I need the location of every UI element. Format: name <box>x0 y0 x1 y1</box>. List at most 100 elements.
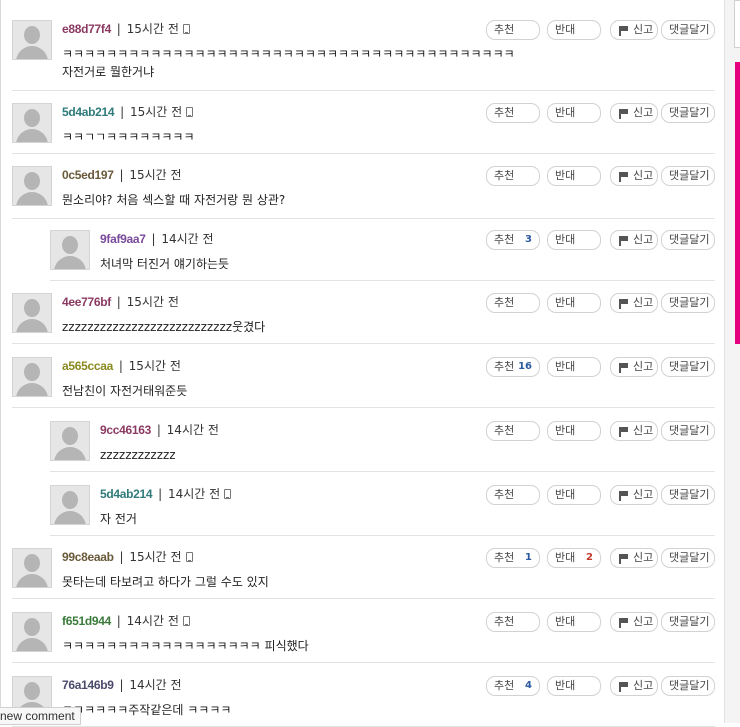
flag-icon <box>619 682 628 692</box>
reply-label: 댓글달기 <box>669 424 710 437</box>
comment-author[interactable]: 4ee776bf <box>62 295 111 309</box>
comment-time: 15시간 전 <box>128 359 181 373</box>
upvote-label: 추천 <box>494 424 515 437</box>
upvote-label: 추천 <box>494 360 515 373</box>
comment-author[interactable]: 99c8eaab <box>62 550 114 564</box>
upvote-label: 추천 <box>494 106 515 119</box>
comment-item: 9cc46163 | 14시간 전 zzzzzzzzzzzz 추천 반대 신고 댓글달기 <box>50 413 715 472</box>
report-label: 신고 <box>633 360 654 373</box>
report-label: 신고 <box>633 233 654 246</box>
report-button[interactable]: 신고 <box>610 20 658 40</box>
comment-text-line: 뭔소리야? 처음 섹스할 때 자전거랑 뭔 상관? <box>62 193 286 207</box>
comment-text-line: zzzzzzzzzzzzzzzzzzzzzzzzzzz웃겼다 <box>62 320 266 334</box>
meta-separator: | <box>153 423 165 437</box>
meta-separator: | <box>115 168 128 182</box>
downvote-button[interactable]: 반대 <box>547 485 601 505</box>
comment-meta: 99c8eaab | 15시간 전 <box>62 549 193 565</box>
reply-button[interactable]: 댓글달기 <box>661 103 715 123</box>
downvote-button[interactable]: 반대 <box>547 230 601 250</box>
reply-button[interactable]: 댓글달기 <box>661 230 715 250</box>
comment-meta: 4ee776bf | 15시간 전 <box>62 294 179 310</box>
report-button[interactable]: 신고 <box>610 612 658 632</box>
upvote-label: 추천 <box>494 488 515 501</box>
report-button[interactable]: 신고 <box>610 548 658 568</box>
downvote-button[interactable]: 반대 <box>547 676 601 696</box>
upvote-button[interactable]: 추천 <box>486 293 540 313</box>
reply-label: 댓글달기 <box>669 296 710 309</box>
comment-text-line: 처녀막 터진거 얘기하는듯 <box>100 257 230 271</box>
report-button[interactable]: 신고 <box>610 103 658 123</box>
report-button[interactable]: 신고 <box>610 485 658 505</box>
upvote-button[interactable]: 추천 1 <box>486 548 540 568</box>
meta-separator: | <box>112 22 125 36</box>
comment-meta: e88d77f4 | 15시간 전 <box>62 21 190 37</box>
reply-button[interactable]: 댓글달기 <box>661 357 715 377</box>
report-button[interactable]: 신고 <box>610 230 658 250</box>
reply-button[interactable]: 댓글달기 <box>661 485 715 505</box>
upvote-label: 추천 <box>494 551 515 564</box>
upvote-count: 4 <box>525 680 532 691</box>
report-button[interactable]: 신고 <box>610 166 658 186</box>
upvote-button[interactable]: 추천 <box>486 485 540 505</box>
comment-author[interactable]: e88d77f4 <box>62 22 111 36</box>
downvote-button[interactable]: 반대 <box>547 293 601 313</box>
reply-button[interactable]: 댓글달기 <box>661 20 715 40</box>
reply-button[interactable]: 댓글달기 <box>661 612 715 632</box>
report-button[interactable]: 신고 <box>610 293 658 313</box>
comment-author[interactable]: 5d4ab214 <box>100 487 153 501</box>
downvote-button[interactable]: 반대 <box>547 166 601 186</box>
avatar <box>50 230 90 270</box>
comment-item: 0c5ed197 | 15시간 전뭔소리야? 처음 섹스할 때 자전거랑 뭔 상… <box>12 158 715 219</box>
report-button[interactable]: 신고 <box>610 357 658 377</box>
report-label: 신고 <box>633 551 654 564</box>
report-button[interactable]: 신고 <box>610 676 658 696</box>
reply-button[interactable]: 댓글달기 <box>661 421 715 441</box>
comment-author[interactable]: 9cc46163 <box>100 423 151 437</box>
reply-button[interactable]: 댓글달기 <box>661 166 715 186</box>
downvote-button[interactable]: 반대 <box>547 103 601 123</box>
downvote-button[interactable]: 반대 <box>547 20 601 40</box>
upvote-button[interactable]: 추천 <box>486 421 540 441</box>
comment-author[interactable]: 76a146b9 <box>62 678 114 692</box>
new-comment-button[interactable]: new comment <box>0 707 81 725</box>
reply-button[interactable]: 댓글달기 <box>661 548 715 568</box>
upvote-button[interactable]: 추천 <box>486 166 540 186</box>
upvote-button[interactable]: 추천 <box>486 20 540 40</box>
mobile-icon <box>182 23 190 34</box>
comment-text: ㅋㅋㄱㄱㅋㅋㅋㅋㅋㅋㅋㅋ <box>62 128 194 146</box>
flag-icon <box>619 427 628 437</box>
comment-author[interactable]: f651d944 <box>62 614 111 628</box>
downvote-button[interactable]: 반대 <box>547 421 601 441</box>
scrollbar-thumb[interactable] <box>734 0 740 48</box>
meta-separator: | <box>154 487 166 501</box>
comment-text-line: zzzzzzzzzzzz <box>100 448 176 462</box>
upvote-button[interactable]: 추천 <box>486 612 540 632</box>
comment-item: 5d4ab214 | 14시간 전자 전거 추천 반대 신고 댓글달기 <box>50 477 715 536</box>
comment-author[interactable]: 5d4ab214 <box>62 105 115 119</box>
comment-item: f651d944 | 14시간 전 ㅋㅋㅋㅋㅋㅋㅋㅋㅋㅋㅋㅋㅋㅋㅋㅋㅋㅋ 피식했다… <box>12 604 715 663</box>
downvote-button[interactable]: 반대 2 <box>547 548 601 568</box>
comment-author[interactable]: 9faf9aa7 <box>100 232 146 246</box>
comment-text-line: 자 전거 <box>100 512 137 526</box>
reply-button[interactable]: 댓글달기 <box>661 676 715 696</box>
upvote-button[interactable]: 추천 4 <box>486 676 540 696</box>
downvote-count: 2 <box>586 552 593 563</box>
comment-text: 못타는데 타보려고 하다가 그럴 수도 있지 <box>62 573 269 591</box>
comment-author[interactable]: a565ccaa <box>62 359 113 373</box>
downvote-button[interactable]: 반대 <box>547 612 601 632</box>
reply-button[interactable]: 댓글달기 <box>661 293 715 313</box>
downvote-button[interactable]: 반대 <box>547 357 601 377</box>
comment-item: 76a146b9 | 14시간 전 ㅋㅋㅋㅋㅋㅋ주작같은데 ㅋㅋㅋㅋ 추천 4 반대 신고… <box>12 668 715 727</box>
avatar <box>50 485 90 525</box>
comment-author[interactable]: 0c5ed197 <box>62 168 114 182</box>
comment-time: 15시간 전 <box>129 168 182 182</box>
report-button[interactable]: 신고 <box>610 421 658 441</box>
flag-icon <box>619 172 628 182</box>
upvote-button[interactable]: 추천 16 <box>486 357 540 377</box>
upvote-button[interactable]: 추천 3 <box>486 230 540 250</box>
upvote-button[interactable]: 추천 <box>486 103 540 123</box>
downvote-label: 반대 <box>555 615 576 628</box>
comment-text: ㅋㅋㅋㅋㅋㅋㅋㅋㅋㅋㅋㅋㅋㅋㅋㅋㅋㅋㅋㅋㅋㅋㅋㅋㅋㅋㅋㅋㅋㅋㅋㅋㅋㅋㅋㅋㅋㅋㅋㅋ… <box>62 45 515 81</box>
upvote-count: 3 <box>525 234 532 245</box>
comment-time: 14시간 전 <box>161 232 214 246</box>
